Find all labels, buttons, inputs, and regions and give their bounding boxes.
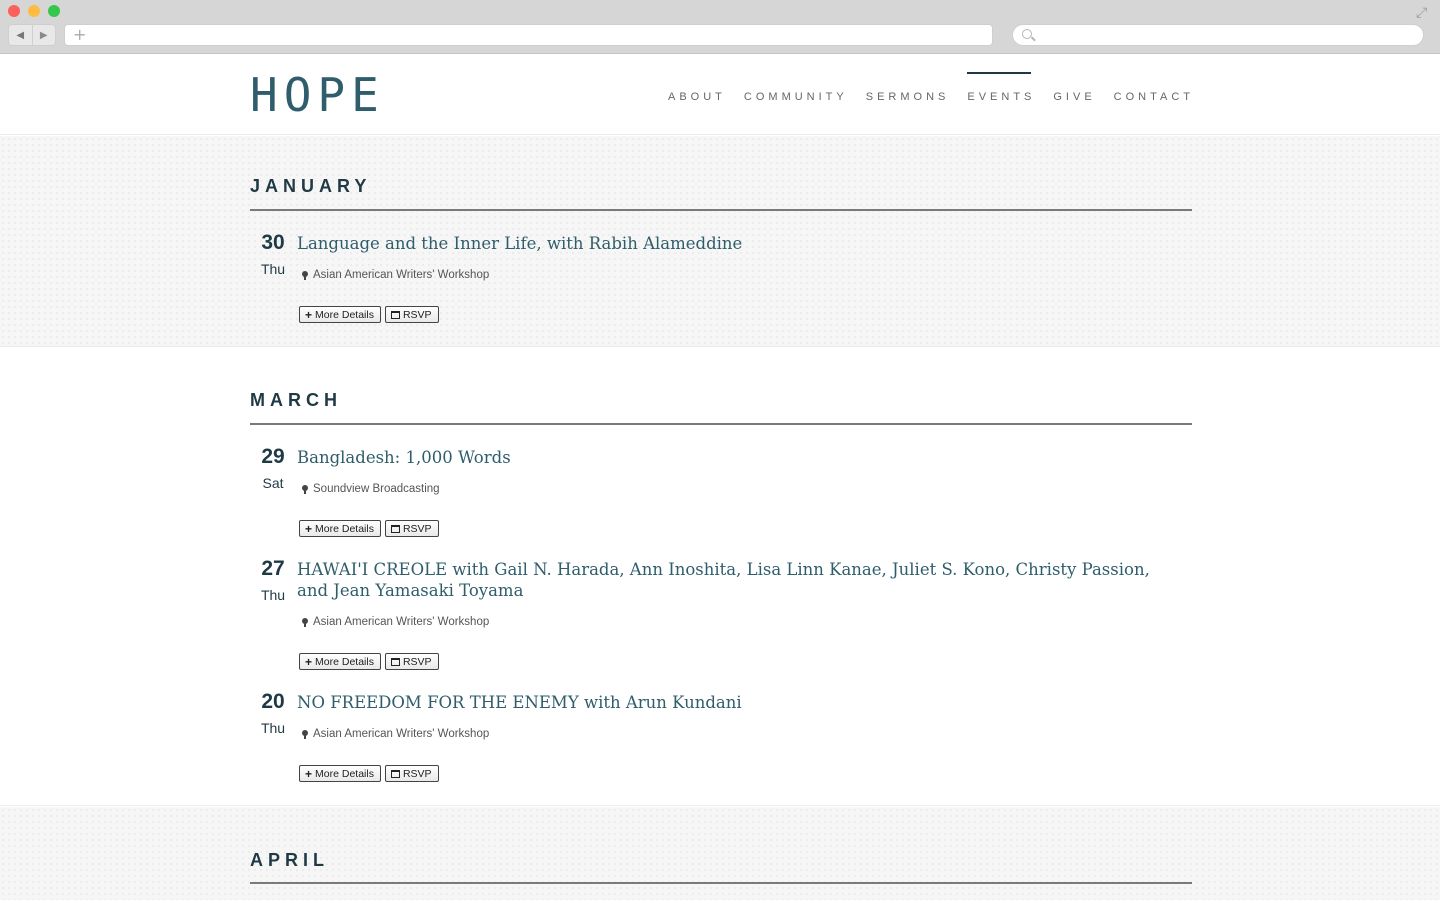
more-details-label: More Details [315, 522, 374, 535]
browser-chrome: ◀ ▶ + ⤢ [0, 0, 1440, 54]
event-location-text: Asian American Writers' Workshop [313, 269, 490, 281]
plus-icon: + [305, 307, 313, 322]
month-divider [250, 209, 1192, 211]
month-title: APRIL [250, 850, 329, 870]
month-section-january: JANUARY 30 Thu Language and the Inner Li… [0, 136, 1440, 347]
site-header: HOPE ABOUT COMMUNITY SERMONS EVENTS GIVE… [0, 55, 1440, 135]
event-title[interactable]: Bangladesh: 1,000 Words [297, 447, 1157, 468]
more-details-button[interactable]: + More Details [299, 520, 381, 537]
plus-icon: + [305, 521, 313, 536]
event-day: 30 [261, 231, 285, 254]
rsvp-button[interactable]: RSVP [384, 520, 439, 537]
more-details-button[interactable]: + More Details [299, 306, 381, 323]
close-window-button[interactable] [8, 5, 20, 17]
event-day: 29 [261, 445, 285, 468]
rsvp-label: RSVP [402, 767, 432, 780]
main-nav: ABOUT COMMUNITY SERMONS EVENTS GIVE CONT… [668, 72, 1212, 103]
nav-sermons[interactable]: SERMONS [866, 91, 950, 103]
event-actions: + More Details RSVP [299, 520, 439, 537]
more-details-label: More Details [315, 655, 374, 668]
nav-contact[interactable]: CONTACT [1114, 91, 1194, 103]
month-section-march: MARCH 29 Sat Bangladesh: 1,000 Words Sou… [0, 348, 1440, 806]
plus-icon: + [305, 654, 313, 669]
event-location-text: Asian American Writers' Workshop [313, 728, 490, 740]
map-pin-icon [302, 485, 308, 494]
map-pin-icon [302, 618, 308, 627]
map-pin-icon [302, 730, 308, 739]
event-location: Asian American Writers' Workshop [302, 269, 489, 281]
event-title[interactable]: HAWAI'I CREOLE with Gail N. Harada, Ann … [297, 559, 1157, 601]
event-item: 20 Thu NO FREEDOM FOR THE ENEMY with Aru… [250, 690, 1192, 790]
more-details-button[interactable]: + More Details [299, 765, 381, 782]
new-tab-icon[interactable]: + [73, 26, 86, 44]
plus-icon: + [305, 766, 313, 781]
month-divider [250, 882, 1192, 884]
more-details-label: More Details [315, 767, 374, 780]
event-actions: + More Details RSVP [299, 306, 439, 323]
calendar-icon [390, 310, 400, 319]
event-item: 29 Sat Bangladesh: 1,000 Words Soundview… [250, 445, 1192, 545]
nav-community[interactable]: COMMUNITY [744, 91, 848, 103]
event-weekday: Thu [260, 587, 286, 603]
event-actions: + More Details RSVP [299, 653, 439, 670]
back-icon[interactable]: ◀ [9, 25, 33, 45]
event-location-text: Asian American Writers' Workshop [313, 616, 490, 628]
event-day: 20 [261, 690, 285, 713]
search-icon [1022, 29, 1032, 39]
event-location: Asian American Writers' Workshop [302, 728, 489, 740]
calendar-icon [390, 524, 400, 533]
event-location-text: Soundview Broadcasting [313, 483, 440, 495]
event-location: Soundview Broadcasting [302, 483, 440, 495]
rsvp-label: RSVP [402, 308, 432, 321]
event-title[interactable]: NO FREEDOM FOR THE ENEMY with Arun Kunda… [297, 692, 1157, 713]
maximize-window-button[interactable] [48, 5, 60, 17]
nav-give[interactable]: GIVE [1053, 91, 1095, 103]
rsvp-button[interactable]: RSVP [384, 306, 439, 323]
site-logo[interactable]: HOPE [250, 67, 385, 123]
address-bar[interactable]: + [64, 24, 993, 46]
more-details-label: More Details [315, 308, 374, 321]
event-actions: + More Details RSVP [299, 765, 439, 782]
month-title: JANUARY [250, 176, 372, 196]
event-day: 27 [261, 557, 285, 580]
rsvp-label: RSVP [402, 655, 432, 668]
event-weekday: Thu [260, 720, 286, 736]
nav-about[interactable]: ABOUT [668, 91, 726, 103]
event-weekday: Thu [260, 261, 286, 277]
nav-events[interactable]: EVENTS [967, 72, 1035, 103]
more-details-button[interactable]: + More Details [299, 653, 381, 670]
rsvp-label: RSVP [402, 522, 432, 535]
event-item: 27 Thu HAWAI'I CREOLE with Gail N. Harad… [250, 557, 1192, 682]
event-weekday: Sat [262, 475, 284, 491]
fullscreen-icon[interactable]: ⤢ [1416, 6, 1427, 20]
browser-search-input[interactable] [1012, 24, 1424, 46]
month-section-april: APRIL [0, 807, 1440, 900]
minimize-window-button[interactable] [28, 5, 40, 17]
event-title[interactable]: Language and the Inner Life, with Rabih … [297, 233, 1157, 254]
calendar-icon [390, 657, 400, 666]
event-item: 30 Thu Language and the Inner Life, with… [250, 231, 1192, 331]
rsvp-button[interactable]: RSVP [384, 653, 439, 670]
forward-icon[interactable]: ▶ [33, 25, 56, 45]
history-nav: ◀ ▶ [8, 24, 56, 46]
rsvp-button[interactable]: RSVP [384, 765, 439, 782]
event-location: Asian American Writers' Workshop [302, 616, 489, 628]
month-divider [250, 423, 1192, 425]
map-pin-icon [302, 271, 308, 280]
calendar-icon [390, 769, 400, 778]
month-title: MARCH [250, 390, 342, 410]
